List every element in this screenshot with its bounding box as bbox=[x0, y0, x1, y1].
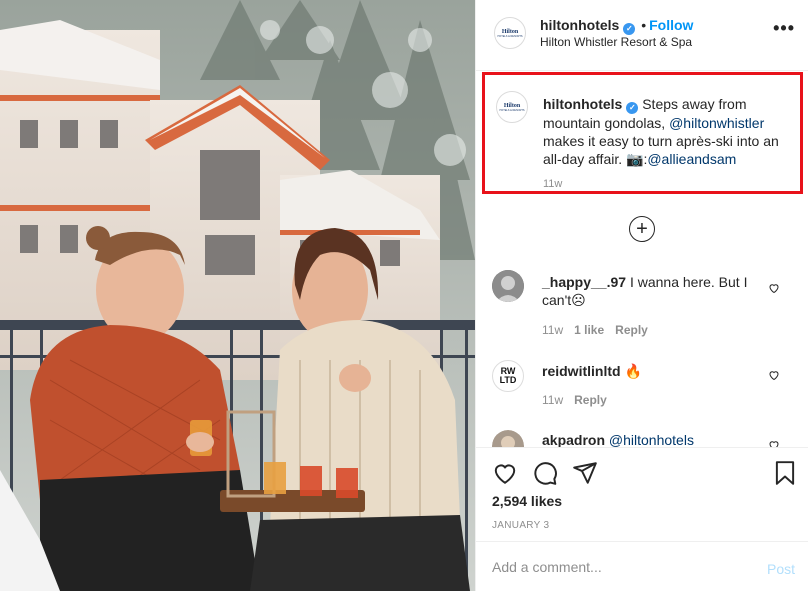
more-options-icon[interactable]: ••• bbox=[773, 19, 795, 37]
action-bar: 2,594 likes JANUARY 3 bbox=[476, 447, 808, 541]
like-comment-heart-icon[interactable] bbox=[768, 369, 780, 381]
instagram-post: Hilton HOTELS & RESORTS hiltonhotels ✓ • F… bbox=[0, 0, 808, 591]
post-sidebar: Hilton HOTELS & RESORTS hiltonhotels ✓ • F… bbox=[475, 0, 808, 591]
username-text[interactable]: hiltonhotels bbox=[540, 17, 619, 33]
comment-meta: 11w 1 like Reply bbox=[542, 323, 659, 337]
user-photo-icon bbox=[492, 430, 524, 447]
like-comment-heart-icon[interactable] bbox=[768, 439, 780, 447]
comment-meta: 11w Reply bbox=[542, 393, 618, 407]
comments-list: _happy__.97 I wanna here. But I can't☹ 1… bbox=[476, 255, 808, 447]
load-more-comments-button[interactable]: + bbox=[629, 216, 655, 242]
caption-text: hiltonhotels ✓ Steps away from mountain g… bbox=[543, 95, 793, 168]
verified-icon: ✓ bbox=[626, 102, 639, 114]
commenter-avatar[interactable]: RW LTD bbox=[492, 360, 524, 392]
post-photo[interactable] bbox=[0, 0, 475, 591]
comment-input[interactable] bbox=[492, 556, 742, 578]
caption-highlight: Hilton HOTELS & RESORTS hiltonhotels ✓ St… bbox=[482, 72, 803, 194]
profile-avatar[interactable]: Hilton HOTELS & RESORTS bbox=[494, 17, 526, 49]
profile-username[interactable]: hiltonhotels ✓ • Follow bbox=[540, 17, 693, 35]
comment-icon[interactable] bbox=[532, 460, 558, 486]
comment-text: akpadron @hiltonhotels bbox=[542, 431, 772, 447]
like-comment-heart-icon[interactable] bbox=[768, 282, 780, 294]
avatar-logo-text: RW LTD bbox=[499, 366, 517, 385]
reply-button[interactable]: Reply bbox=[615, 323, 648, 337]
separator: • bbox=[641, 17, 647, 33]
location-link[interactable]: Hilton Whistler Resort & Spa bbox=[540, 35, 692, 49]
comment-text: reidwitlinltd 🔥 bbox=[542, 362, 772, 380]
credit-link[interactable]: @allieandsam bbox=[647, 151, 736, 167]
post-header: Hilton HOTELS & RESORTS hiltonhotels ✓ • F… bbox=[476, 0, 808, 71]
heart-icon[interactable] bbox=[492, 460, 518, 486]
likes-count[interactable]: 2,594 likes bbox=[492, 493, 562, 509]
logo-subtext: HOTELS & RESORTS bbox=[499, 108, 525, 112]
follow-button[interactable]: Follow bbox=[649, 17, 693, 33]
comment-time[interactable]: 11w bbox=[542, 393, 563, 407]
comment-text: _happy__.97 I wanna here. But I can't☹ bbox=[542, 273, 772, 309]
comment-body[interactable]: @hiltonhotels bbox=[609, 432, 694, 447]
caption-avatar[interactable]: Hilton HOTELS & RESORTS bbox=[496, 91, 528, 123]
save-icon[interactable] bbox=[772, 460, 798, 486]
comment-likes[interactable]: 1 like bbox=[574, 323, 604, 337]
post-comment-button[interactable]: Post bbox=[767, 561, 795, 577]
commenter-avatar[interactable] bbox=[492, 270, 524, 302]
add-comment-bar: Post bbox=[476, 541, 808, 591]
commenter-avatar[interactable] bbox=[492, 430, 524, 447]
comment-username[interactable]: akpadron bbox=[542, 432, 605, 447]
share-icon[interactable] bbox=[572, 460, 598, 486]
mention-link[interactable]: @hiltonwhistler bbox=[669, 115, 764, 131]
comment-time[interactable]: 11w bbox=[542, 323, 563, 337]
verified-icon: ✓ bbox=[623, 23, 636, 35]
comment-username[interactable]: reidwitlinltd bbox=[542, 363, 621, 379]
user-photo-icon bbox=[492, 270, 524, 302]
reply-button[interactable]: Reply bbox=[574, 393, 607, 407]
photo-image bbox=[0, 0, 475, 591]
comment-body: 🔥 bbox=[624, 363, 642, 379]
logo-subtext: HOTELS & RESORTS bbox=[497, 34, 523, 38]
post-date[interactable]: JANUARY 3 bbox=[492, 520, 549, 531]
comment-username[interactable]: _happy__.97 bbox=[542, 274, 626, 290]
caption-username[interactable]: hiltonhotels bbox=[543, 96, 622, 112]
caption-timestamp[interactable]: 11w bbox=[543, 178, 562, 190]
